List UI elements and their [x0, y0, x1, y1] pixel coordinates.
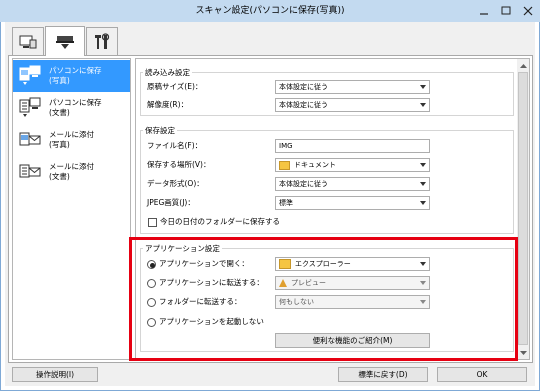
chevron-down-icon [420, 201, 426, 205]
pc-photo-icon [19, 65, 41, 85]
tab-scan-from-computer[interactable] [12, 27, 44, 55]
email-photo-icon [19, 132, 41, 146]
data-format-dropdown[interactable]: 本体設定に従う [275, 177, 430, 191]
highlight-frame [129, 237, 518, 361]
file-name-label: ファイル名(F)： [147, 141, 203, 150]
chevron-up-icon [519, 63, 527, 68]
save-in-dropdown[interactable]: ドキュメント [275, 158, 430, 172]
scan-settings-title: 読み込み設定 [143, 67, 192, 78]
date-folder-label: 今日の日付のフォルダーに保存する [160, 217, 280, 226]
tools-icon [95, 32, 110, 49]
resolution-dropdown[interactable]: 本体設定に従う [275, 98, 430, 112]
jpeg-quality-label: JPEG画質(J)： [147, 198, 195, 207]
list-item-line2: (写真) [49, 140, 70, 149]
data-format-label: データ形式(O)： [147, 179, 204, 188]
chevron-down-icon [519, 350, 527, 355]
scan-type-list: パソコンに保存 (写真) パソコンに保存 (文書) メールに添付 (写真) メー… [12, 58, 131, 360]
list-item-line1: パソコンに保存 [49, 66, 102, 75]
resolution-value: 本体設定に従う [279, 101, 328, 109]
list-item-line2: (文書) [49, 108, 70, 117]
minimize-button[interactable] [477, 4, 491, 18]
list-item-line2: (文書) [49, 172, 70, 181]
maximize-button[interactable] [499, 4, 513, 18]
folder-icon [279, 160, 290, 170]
defaults-button[interactable]: 標準に戻す(D) [338, 367, 428, 382]
instructions-button[interactable]: 操作説明(I) [12, 367, 98, 382]
ok-button[interactable]: OK [437, 367, 527, 382]
list-item-line1: パソコンに保存 [49, 98, 102, 107]
list-item-save-pc-document[interactable]: パソコンに保存 (文書) [13, 92, 130, 124]
paper-size-label: 原稿サイズ(E)： [147, 82, 203, 91]
close-button[interactable] [521, 4, 535, 18]
jpeg-quality-dropdown[interactable]: 標準 [275, 196, 430, 210]
scanner-icon [56, 35, 74, 49]
file-name-input[interactable]: IMG [275, 139, 430, 153]
title-bar: スキャン設定(パソコンに保存(写真)) [0, 0, 540, 22]
defaults-button-label: 標準に戻す(D) [358, 370, 408, 379]
computer-scan-icon [19, 35, 37, 48]
list-item-save-pc-photo[interactable]: パソコンに保存 (写真) [13, 60, 130, 92]
scroll-up-button[interactable] [517, 59, 529, 71]
close-icon [523, 6, 533, 16]
save-in-value: ドキュメント [294, 161, 336, 169]
scroll-thumb[interactable] [518, 72, 528, 345]
list-item-line2: (写真) [49, 76, 70, 85]
tab-general-settings[interactable] [86, 27, 118, 55]
save-in-label: 保存する場所(V)： [147, 160, 211, 169]
file-name-value: IMG [279, 142, 293, 150]
ok-button-label: OK [476, 370, 488, 379]
pc-document-icon [19, 97, 41, 117]
jpeg-quality-value: 標準 [279, 199, 293, 207]
window-title: スキャン設定(パソコンに保存(写真)) [195, 6, 345, 16]
tab-scan-from-operation-panel[interactable] [45, 26, 85, 56]
paper-size-value: 本体設定に従う [279, 83, 328, 91]
date-folder-checkbox[interactable] [148, 218, 157, 227]
email-document-icon [19, 164, 41, 178]
scroll-down-button[interactable] [517, 347, 529, 359]
save-settings-title: 保存設定 [143, 125, 177, 136]
list-item-line1: メールに添付 [49, 130, 94, 139]
list-item-attach-email-photo[interactable]: メールに添付 (写真) [13, 124, 130, 156]
instructions-button-label: 操作説明(I) [35, 370, 75, 379]
data-format-value: 本体設定に従う [279, 180, 328, 188]
minimize-icon [480, 13, 488, 15]
list-item-line1: メールに添付 [49, 162, 94, 171]
maximize-icon [501, 6, 511, 15]
chevron-down-icon [420, 103, 426, 107]
chevron-down-icon [420, 182, 426, 186]
chevron-down-icon [420, 163, 426, 167]
chevron-down-icon [420, 85, 426, 89]
list-item-attach-email-document[interactable]: メールに添付 (文書) [13, 156, 130, 188]
resolution-label: 解像度(R)： [147, 100, 189, 109]
paper-size-dropdown[interactable]: 本体設定に従う [275, 80, 430, 94]
